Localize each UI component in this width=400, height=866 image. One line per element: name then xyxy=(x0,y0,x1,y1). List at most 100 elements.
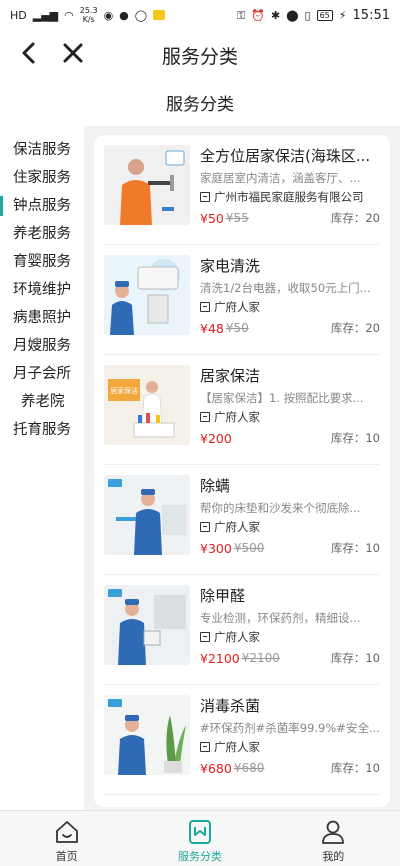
sidebar-item-environment[interactable]: 环境维护 xyxy=(0,276,84,304)
alarm-icon: ⏰ xyxy=(251,8,266,22)
original-price: ¥680 xyxy=(233,761,265,775)
product-card[interactable]: 除螨 帮你的床垫和沙发来个彻底除... 广府人家 ¥300 ¥500 库存：10 xyxy=(104,465,380,575)
vibrate-icon: ▯ xyxy=(304,8,311,22)
close-icon xyxy=(63,43,83,63)
clock: 15:51 xyxy=(352,7,390,23)
sidebar-item-nursing-home[interactable]: 养老院 xyxy=(0,388,84,416)
message-icon: ◯ xyxy=(134,8,148,22)
hd-icon: HD xyxy=(10,8,27,22)
product-description: 【居家保洁】1. 按照配比要求... xyxy=(200,391,364,405)
product-description: 家庭居室内清洁，涵盖客厅、... xyxy=(200,171,361,185)
signal-icon: ▂▄▆ xyxy=(32,8,59,22)
sidebar-item-elderly-care[interactable]: 养老服务 xyxy=(0,220,84,248)
product-title: 除螨 xyxy=(200,477,231,495)
product-list: 全方位居家保洁(海珠区... 家庭居室内清洁，涵盖客厅、... 广州市福民家庭服… xyxy=(94,135,390,807)
product-title: 全方位居家保洁(海珠区... xyxy=(200,147,371,165)
shop-icon xyxy=(200,742,210,752)
shop-name: 广府人家 xyxy=(200,408,380,426)
status-bar: HD ▂▄▆ ◠ 25.3 K/s ◉ ● ◯ ⚿ ⏰ ✱ ⬤ ▯ 65 ⚡ 1… xyxy=(0,0,400,30)
shop-icon xyxy=(200,522,210,532)
original-price: ¥2100 xyxy=(241,651,280,665)
product-title: 居家保洁 xyxy=(200,367,261,385)
shop-icon xyxy=(200,192,210,202)
product-card[interactable]: 全方位居家保洁(海珠区... 家庭居室内清洁，涵盖客厅、... 广州市福民家庭服… xyxy=(104,135,380,245)
user-icon xyxy=(322,820,345,844)
shop-name: 广州市福民家庭服务有限公司 xyxy=(200,188,380,206)
original-price: ¥50 xyxy=(225,321,249,335)
bluetooth-icon: ✱ xyxy=(271,8,281,22)
tab-service-category[interactable]: 服务分类 xyxy=(133,811,266,866)
back-button[interactable] xyxy=(16,40,42,66)
product-title: 家电清洗 xyxy=(200,257,261,275)
chat-icon: ● xyxy=(119,8,129,22)
product-description: 专业检测，环保药剂，精细设... xyxy=(200,611,361,625)
stock-count: 库存：20 xyxy=(330,321,380,335)
sidebar-item-maternity-nanny[interactable]: 月嫂服务 xyxy=(0,332,84,360)
product-thumbnail xyxy=(104,585,190,665)
navigation-header: 服务分类 xyxy=(0,30,400,76)
bottom-tab-bar: 首页 服务分类 我的 xyxy=(0,810,400,866)
app-notification-icon: ◉ xyxy=(103,8,114,22)
stock-count: 库存：10 xyxy=(330,431,380,445)
svg-text:居家保洁: 居家保洁 xyxy=(110,386,138,395)
sidebar-item-confinement-center[interactable]: 月子会所 xyxy=(0,360,84,388)
price: ¥300 xyxy=(200,540,232,556)
original-price: ¥500 xyxy=(233,541,265,555)
product-thumbnail: 居家保洁 xyxy=(104,365,190,445)
battery-level: 65 xyxy=(316,9,333,21)
product-title: 消毒杀菌 xyxy=(200,697,261,715)
network-speed: 25.3 K/s xyxy=(79,6,98,24)
price: ¥2100 xyxy=(200,650,240,666)
original-price: ¥55 xyxy=(225,211,249,225)
tab-home[interactable]: 首页 xyxy=(0,811,133,866)
category-sidebar: 保洁服务 住家服务 钟点服务 养老服务 育婴服务 环境维护 病患照护 月嫂服务 … xyxy=(0,126,84,810)
sidebar-item-patient-care[interactable]: 病患照护 xyxy=(0,304,84,332)
stock-count: 库存：10 xyxy=(330,761,380,775)
price-row: ¥2100 ¥2100 库存：10 xyxy=(200,648,380,668)
shop-name: 广府人家 xyxy=(200,738,380,756)
location-icon: ⬤ xyxy=(286,8,299,22)
price-row: ¥680 ¥680 库存：10 xyxy=(200,758,380,778)
price: ¥680 xyxy=(200,760,232,776)
price-row: ¥48 ¥50 库存：20 xyxy=(200,318,380,338)
product-card[interactable]: 除甲醛 专业检测，环保药剂，精细设... 广府人家 ¥2100 ¥2100 库存… xyxy=(104,575,380,685)
charging-icon: ⚡ xyxy=(338,8,347,22)
notification-badge-icon xyxy=(153,10,166,20)
price: ¥200 xyxy=(200,430,232,446)
price-row: ¥300 ¥500 库存：10 xyxy=(200,538,380,558)
sidebar-item-childcare[interactable]: 托育服务 xyxy=(0,416,84,444)
bookmark-icon xyxy=(188,820,211,844)
wifi-icon: ◠ xyxy=(64,8,74,22)
key-icon: ⚿ xyxy=(236,8,246,22)
product-thumbnail xyxy=(104,475,190,555)
tab-profile[interactable]: 我的 xyxy=(267,811,400,866)
tab-label: 我的 xyxy=(322,850,345,863)
shop-icon xyxy=(200,632,210,642)
product-card[interactable]: 家电清洗 清洗1/2台电器，收取50元上门... 广府人家 ¥48 ¥50 库存… xyxy=(104,245,380,355)
price-row: ¥200 库存：10 xyxy=(200,428,380,448)
close-button[interactable] xyxy=(60,40,86,66)
product-card[interactable]: 消毒杀菌 #环保药剂#杀菌率99.9%#安全... 广府人家 ¥680 ¥680… xyxy=(104,685,380,795)
sidebar-item-infant-care[interactable]: 育婴服务 xyxy=(0,248,84,276)
sidebar-item-cleaning[interactable]: 保洁服务 xyxy=(0,136,84,164)
tab-label: 首页 xyxy=(55,850,78,863)
shop-icon xyxy=(200,412,210,422)
shop-name: 广府人家 xyxy=(200,518,380,536)
product-description: 清洗1/2台电器，收取50元上门... xyxy=(200,281,371,295)
product-description: #环保药剂#杀菌率99.9%#安全... xyxy=(200,721,380,735)
tab-label: 服务分类 xyxy=(177,850,222,863)
sidebar-item-hourly[interactable]: 钟点服务 xyxy=(0,192,84,220)
shop-icon xyxy=(200,302,210,312)
sidebar-item-live-in[interactable]: 住家服务 xyxy=(0,164,84,192)
product-card[interactable]: 居家保洁 居家保洁 【居家保洁】1. 按照配比要求... 广府人家 ¥200 库… xyxy=(104,355,380,465)
shop-name: 广府人家 xyxy=(200,628,380,646)
section-title: 服务分类 xyxy=(166,95,234,115)
product-thumbnail xyxy=(104,695,190,775)
price: ¥48 xyxy=(200,320,224,336)
price-row: ¥50 ¥55 库存：20 xyxy=(200,208,380,228)
stock-count: 库存：10 xyxy=(330,541,380,555)
product-thumbnail xyxy=(104,255,190,335)
product-thumbnail xyxy=(104,145,190,225)
product-title: 除甲醛 xyxy=(200,587,246,605)
shop-name: 广府人家 xyxy=(200,298,380,316)
